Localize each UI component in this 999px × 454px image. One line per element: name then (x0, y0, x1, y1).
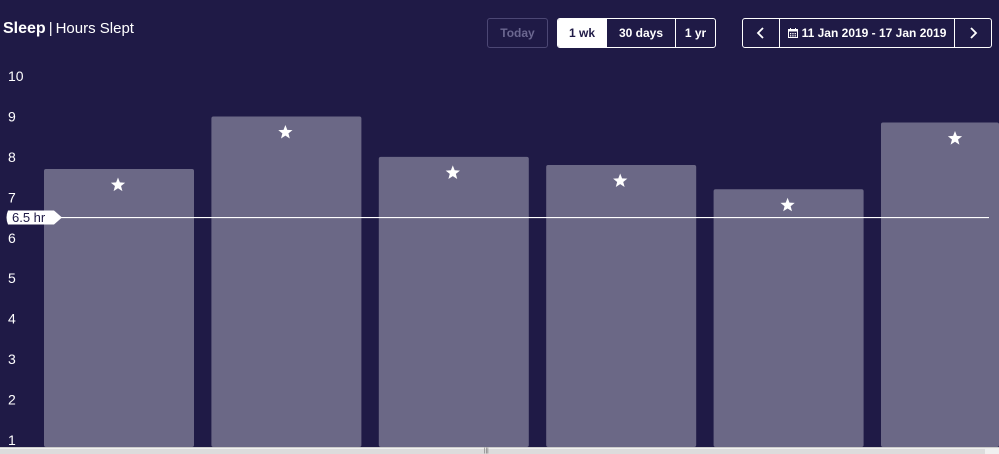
y-tick-label: 4 (8, 311, 16, 327)
goal-label: 6.5 hr (12, 210, 46, 225)
scrollbar-grip-icon: ||| (484, 448, 489, 454)
bar (211, 116, 362, 447)
horizontal-scrollbar[interactable]: ||| (0, 447, 999, 454)
sleep-dashboard: Sleep | Hours Slept Today 1 wk 30 days 1 y… (0, 0, 999, 454)
bar (546, 164, 697, 447)
y-tick-label: 9 (8, 108, 16, 124)
y-tick-label: 10 (8, 68, 24, 84)
bar (378, 156, 529, 447)
y-tick-label: 6 (8, 230, 16, 246)
y-tick-label: 3 (8, 351, 16, 367)
y-tick-label: 1 (8, 432, 16, 447)
bar (881, 122, 999, 447)
y-tick-label: 2 (8, 392, 16, 408)
hours-slept-chart: 1 2 3 4 5 6 7 8 9 10 6.5 hr (6, 68, 999, 447)
y-tick-label: 5 (8, 270, 16, 286)
scrollbar-thumb[interactable] (0, 449, 985, 454)
y-tick-label: 8 (8, 149, 16, 165)
bar (713, 189, 864, 447)
y-tick-label: 7 (8, 189, 16, 205)
bar (44, 169, 194, 447)
